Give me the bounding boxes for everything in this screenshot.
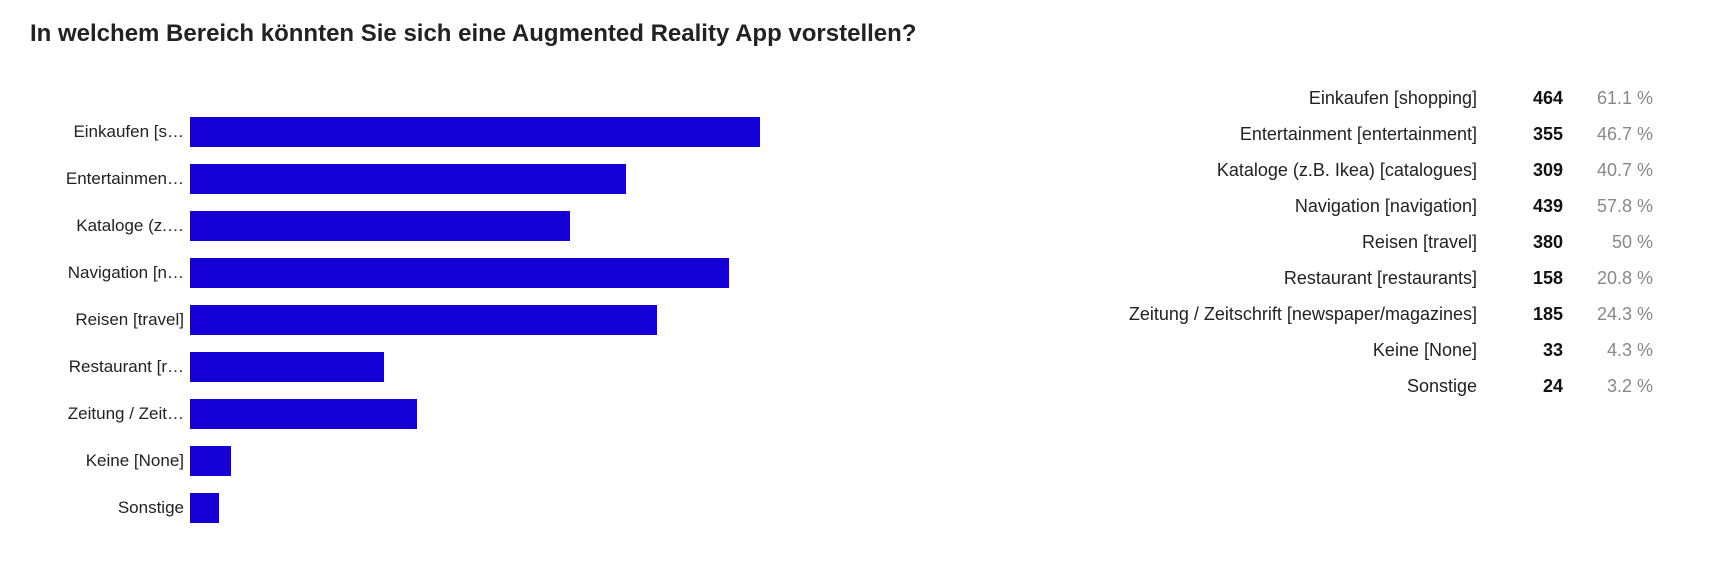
result-percent: 50 % <box>1563 232 1653 253</box>
table-row: Einkaufen [shopping] 464 61.1 % <box>950 88 1653 124</box>
bar-fill <box>190 493 219 523</box>
table-row: Kataloge (z.B. Ikea) [catalogues] 309 40… <box>950 160 1653 196</box>
bar-track <box>190 211 950 241</box>
bar-row: Zeitung / Zeit… <box>30 390 950 437</box>
bar-row: Einkaufen [s… <box>30 108 950 155</box>
result-label: Reisen [travel] <box>1362 232 1503 253</box>
bar-label: Keine [None] <box>30 451 190 471</box>
bar-fill <box>190 117 760 147</box>
result-percent: 46.7 % <box>1563 124 1653 145</box>
result-label: Kataloge (z.B. Ikea) [catalogues] <box>1217 160 1503 181</box>
table-row: Reisen [travel] 380 50 % <box>950 232 1653 268</box>
bar-fill <box>190 399 417 429</box>
bar-track <box>190 446 950 476</box>
result-count: 33 <box>1503 340 1563 361</box>
bar-track <box>190 258 950 288</box>
result-count: 309 <box>1503 160 1563 181</box>
bar-label: Entertainmen… <box>30 169 190 189</box>
bar-track <box>190 117 950 147</box>
bar-label: Navigation [n… <box>30 263 190 283</box>
chart-title: In welchem Bereich könnten Sie sich eine… <box>30 20 1693 48</box>
bar-label: Restaurant [r… <box>30 357 190 377</box>
result-label: Sonstige <box>1407 376 1503 397</box>
table-row: Restaurant [restaurants] 158 20.8 % <box>950 268 1653 304</box>
bar-fill <box>190 305 657 335</box>
bar-fill <box>190 211 570 241</box>
result-label: Navigation [navigation] <box>1295 196 1503 217</box>
bar-row: Navigation [n… <box>30 249 950 296</box>
result-count: 380 <box>1503 232 1563 253</box>
results-table: Einkaufen [shopping] 464 61.1 % Entertai… <box>950 88 1693 412</box>
content-wrap: Einkaufen [s… Entertainmen… Kataloge (z.… <box>30 88 1693 531</box>
bar-chart: Einkaufen [s… Entertainmen… Kataloge (z.… <box>30 88 950 531</box>
result-percent: 57.8 % <box>1563 196 1653 217</box>
table-row: Navigation [navigation] 439 57.8 % <box>950 196 1653 232</box>
bar-track <box>190 305 950 335</box>
bar-label: Sonstige <box>30 498 190 518</box>
table-row: Sonstige 24 3.2 % <box>950 376 1653 412</box>
bar-row: Entertainmen… <box>30 155 950 202</box>
result-count: 185 <box>1503 304 1563 325</box>
result-count: 355 <box>1503 124 1563 145</box>
bar-label: Kataloge (z.… <box>30 216 190 236</box>
bar-row: Kataloge (z.… <box>30 202 950 249</box>
result-percent: 24.3 % <box>1563 304 1653 325</box>
bar-fill <box>190 352 384 382</box>
result-count: 464 <box>1503 88 1563 109</box>
bar-row: Reisen [travel] <box>30 296 950 343</box>
bar-row: Keine [None] <box>30 437 950 484</box>
result-percent: 4.3 % <box>1563 340 1653 361</box>
result-label: Keine [None] <box>1373 340 1503 361</box>
result-count: 24 <box>1503 376 1563 397</box>
result-percent: 20.8 % <box>1563 268 1653 289</box>
bar-label: Reisen [travel] <box>30 310 190 330</box>
bar-track <box>190 399 950 429</box>
bar-fill <box>190 164 626 194</box>
bar-fill <box>190 446 231 476</box>
bar-label: Einkaufen [s… <box>30 122 190 142</box>
result-label: Entertainment [entertainment] <box>1240 124 1503 145</box>
bar-label: Zeitung / Zeit… <box>30 404 190 424</box>
bar-track <box>190 493 950 523</box>
result-percent: 3.2 % <box>1563 376 1653 397</box>
table-row: Zeitung / Zeitschrift [newspaper/magazin… <box>950 304 1653 340</box>
bar-track <box>190 164 950 194</box>
bar-track <box>190 352 950 382</box>
bar-fill <box>190 258 729 288</box>
bar-row: Sonstige <box>30 484 950 531</box>
result-percent: 61.1 % <box>1563 88 1653 109</box>
result-label: Einkaufen [shopping] <box>1309 88 1503 109</box>
bar-row: Restaurant [r… <box>30 343 950 390</box>
table-row: Entertainment [entertainment] 355 46.7 % <box>950 124 1653 160</box>
result-label: Zeitung / Zeitschrift [newspaper/magazin… <box>1129 304 1503 325</box>
result-count: 158 <box>1503 268 1563 289</box>
result-label: Restaurant [restaurants] <box>1284 268 1503 289</box>
table-row: Keine [None] 33 4.3 % <box>950 340 1653 376</box>
result-count: 439 <box>1503 196 1563 217</box>
result-percent: 40.7 % <box>1563 160 1653 181</box>
